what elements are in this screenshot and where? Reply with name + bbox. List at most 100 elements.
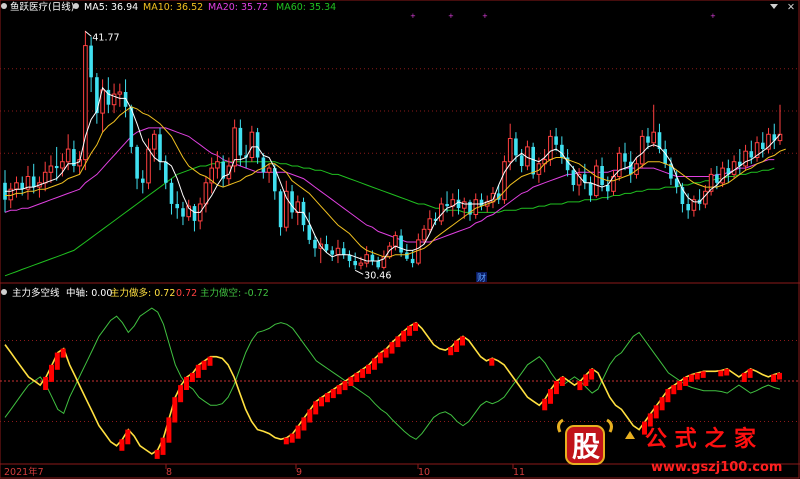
candle-body-down [600,166,604,185]
candle-body-up [358,262,364,266]
candle-body-down [588,182,593,196]
candle-body-down [330,250,334,255]
main-grid [0,68,800,154]
candle-body-down [370,254,375,261]
candle-body-down [376,261,380,268]
candle-body-down [169,182,174,204]
candle-body-down [141,178,145,183]
event-mark: + [482,12,488,20]
candle-body-down [749,151,754,158]
high-note: 41.77 [92,32,119,43]
watermark-brand: 公 式 之 家 [645,426,757,452]
candle-body-up [117,91,123,95]
candle-body-up [462,201,467,209]
candle-body-down [686,204,690,211]
candle-body-down [410,258,415,264]
candle-body-up [48,165,54,173]
candle-body-down [255,132,260,158]
close-icon[interactable]: ✕ [787,2,795,13]
long-bar [665,389,671,403]
long-bar [489,358,495,366]
long-bar [201,360,207,370]
candle-body-up [594,165,599,197]
long-bar [747,368,753,378]
long-bar [553,381,559,395]
long-bar [289,433,295,443]
candle-body-down [301,201,306,226]
event-marks: + + + + [410,12,716,20]
candle-body-down [445,204,449,207]
ma-settings-icon[interactable] [73,3,79,9]
candle-body-down [353,261,357,266]
long-bar [724,368,730,376]
logo-flame-icon [625,431,635,439]
x-tick-jul: 2021年7 [4,466,44,478]
candle-body-down [456,199,461,209]
finance-badge[interactable]: 财 [477,272,486,284]
candle-body-down [158,134,162,162]
candle-body-up [393,235,398,247]
main-title: 鱼跃医疗(日线) [10,1,74,13]
long-bar [295,425,301,439]
long-bar [160,437,166,455]
candle-body-up [335,247,341,256]
candle-body-up [502,161,507,201]
long-label: 主力做多: 0.72 [110,287,175,299]
long-bar [371,358,377,370]
long-bar [460,336,465,346]
long-bar [407,325,413,336]
candle-body-down [238,127,243,156]
main-panel-toggle-icon[interactable] [1,3,7,9]
candle-body-down [623,153,627,162]
ma10-label: MA10: 36.52 [143,2,203,13]
mid-axis-label: 中轴: 0.00 [66,287,112,299]
candle-body-up [473,199,479,215]
candle-body-up [548,135,553,161]
high-annotation: 41.77 [85,31,120,43]
long-bar [313,401,319,415]
long-bar [348,376,354,386]
ma60-label: MA60: 35.34 [276,2,336,13]
candle-body-up [507,138,513,163]
long-bar [548,389,553,404]
long-bar [542,398,548,411]
candle-body-down [313,239,317,249]
sub-title: 主力多空线 [12,287,60,299]
candle-body-down [175,204,179,209]
candle-body-up [651,131,657,144]
long-bar [677,381,683,391]
candle-body-down [307,225,312,240]
ma5-label: MA5: 36.94 [84,2,138,13]
long-bar [195,364,201,378]
long-bar [454,340,460,352]
candle-body-down [20,182,24,190]
sub-panel-toggle-icon[interactable] [1,289,7,295]
long-bar [448,347,454,356]
candle-body-down [89,45,93,78]
long-bar [577,381,583,391]
candle-body-up [42,171,48,184]
candle-body-up [421,228,427,241]
candle-body-down [192,206,197,221]
long-bar [189,372,195,382]
candle-body-down [164,161,168,183]
long-bar [700,371,706,378]
candle-body-up [617,152,622,178]
long-bar [49,364,54,382]
long-bar [741,372,747,382]
candle-body-down [261,157,266,173]
high-leader [85,31,92,37]
short-line [4,307,781,440]
candle-body-up [249,131,255,158]
long-bar [319,397,324,407]
long-bar [771,374,777,382]
event-mark: + [410,12,416,20]
stock-chart: 41.77 30.46 财 鱼跃医疗(日线) MA5: 36.94 MA10: … [0,0,800,479]
long-bar [377,352,383,364]
candle-body-up [152,133,157,150]
collapse-icon[interactable] [770,4,778,9]
x-axis: 2021年7 8 9 10 11 [4,464,525,478]
x-tick-sep: 9 [296,467,302,478]
event-mark: + [448,12,454,20]
long-bar [653,405,659,419]
